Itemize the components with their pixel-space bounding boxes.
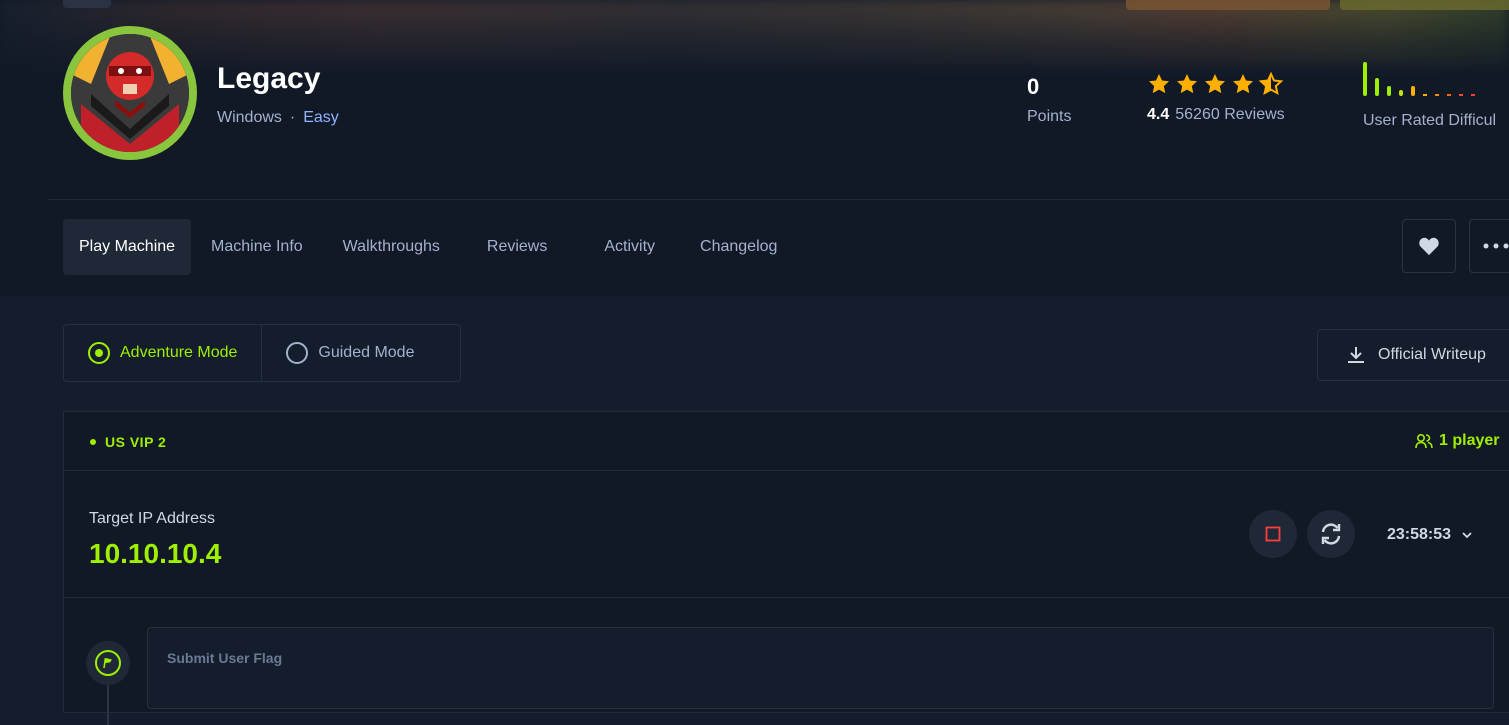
writeup-label: Official Writeup bbox=[1378, 346, 1486, 363]
star-icon bbox=[1149, 74, 1169, 94]
player-count: 1 player bbox=[1415, 432, 1499, 450]
difficulty-stat: User Rated Difficul bbox=[1363, 60, 1496, 129]
stop-icon bbox=[1265, 526, 1281, 542]
points-label: Points bbox=[1027, 108, 1072, 125]
guided-mode-label: Guided Mode bbox=[318, 344, 415, 361]
machine-logo-icon bbox=[71, 34, 189, 152]
rating-stars bbox=[1147, 72, 1285, 96]
header-divider bbox=[48, 199, 1509, 200]
star-icon bbox=[1177, 74, 1197, 94]
instance-panel: US VIP 2 1 player Target IP Address 10.1… bbox=[63, 411, 1509, 725]
star-icon bbox=[1233, 74, 1253, 94]
tab-reviews[interactable]: Reviews bbox=[460, 219, 575, 275]
top-chip bbox=[1126, 0, 1330, 10]
more-icon bbox=[1483, 243, 1509, 249]
machine-difficulty: Easy bbox=[303, 109, 339, 126]
adventure-mode-label: Adventure Mode bbox=[120, 344, 238, 361]
star-icon bbox=[1205, 74, 1225, 94]
points-stat: 0 Points bbox=[1027, 74, 1071, 126]
points-value: 0 bbox=[1027, 74, 1040, 99]
rating-stat: 4.4 56260 Reviews bbox=[1147, 72, 1285, 124]
target-ip-value[interactable]: 10.10.10.4 bbox=[89, 538, 221, 570]
top-tab bbox=[63, 0, 111, 8]
top-chip bbox=[1340, 0, 1509, 10]
difficulty-label: User Rated Difficul bbox=[1363, 112, 1497, 129]
server-name: US VIP 2 bbox=[90, 434, 166, 450]
flag-step-indicator bbox=[86, 641, 130, 685]
status-dot-icon bbox=[90, 439, 96, 445]
half-star-icon bbox=[1259, 72, 1283, 96]
reviews-count: 56260 Reviews bbox=[1175, 106, 1285, 123]
machine-header: Legacy Windows · Easy 0 Points 4.4 56260 Re… bbox=[0, 0, 1509, 296]
rating-value: 4.4 bbox=[1147, 106, 1170, 123]
timer-value: 23:58:53 bbox=[1387, 526, 1452, 543]
tab-changelog[interactable]: Changelog bbox=[680, 219, 797, 275]
favorite-button[interactable] bbox=[1402, 219, 1456, 273]
extend-timer-dropdown[interactable]: 23:58:53 bbox=[1387, 526, 1473, 544]
user-flag-label: Submit User Flag bbox=[167, 650, 283, 666]
stop-machine-button[interactable] bbox=[1249, 510, 1297, 558]
tab-walkthroughs[interactable]: Walkthroughs bbox=[323, 219, 460, 275]
machine-meta: Windows · Easy bbox=[217, 109, 339, 126]
adventure-mode-option[interactable]: Adventure Mode bbox=[64, 325, 263, 381]
user-flag-input[interactable]: Submit User Flag bbox=[147, 627, 1494, 709]
refresh-icon bbox=[1321, 523, 1341, 545]
tab-activity[interactable]: Activity bbox=[575, 219, 680, 275]
radio-unchecked-icon bbox=[286, 342, 309, 364]
more-button[interactable] bbox=[1469, 219, 1509, 273]
machine-tabs: Play Machine Machine Info Walkthroughs R… bbox=[63, 219, 797, 275]
machine-avatar bbox=[63, 26, 197, 160]
machine-name: Legacy bbox=[217, 62, 321, 95]
tab-machine-info[interactable]: Machine Info bbox=[191, 219, 323, 275]
step-timeline bbox=[107, 685, 109, 725]
tab-play-machine[interactable]: Play Machine bbox=[63, 219, 192, 275]
heart-icon bbox=[1419, 237, 1439, 256]
difficulty-chart-icon bbox=[1363, 62, 1475, 96]
reset-machine-button[interactable] bbox=[1307, 510, 1355, 558]
radio-checked-icon bbox=[88, 342, 110, 364]
guided-mode-option[interactable]: Guided Mode bbox=[262, 325, 438, 381]
mode-selector: Adventure Mode Guided Mode bbox=[63, 324, 461, 382]
target-ip-label: Target IP Address bbox=[89, 510, 215, 527]
download-icon bbox=[1348, 347, 1364, 363]
instance-header: US VIP 2 1 player bbox=[64, 412, 1509, 471]
flag-icon bbox=[103, 657, 112, 669]
chevron-down-icon bbox=[1462, 532, 1472, 539]
users-icon bbox=[1415, 433, 1433, 449]
machine-os: Windows bbox=[217, 109, 282, 126]
official-writeup-button[interactable]: Official Writeup bbox=[1317, 329, 1509, 381]
